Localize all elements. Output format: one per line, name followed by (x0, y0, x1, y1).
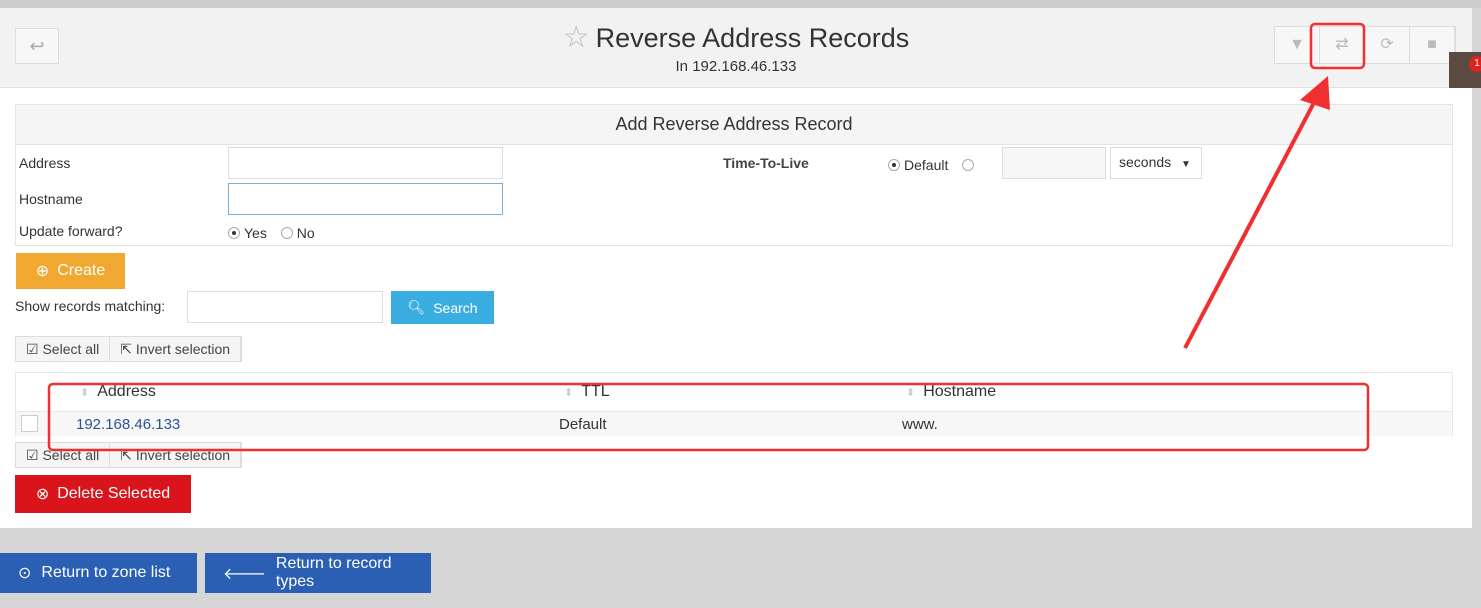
swap-button[interactable]: ⇄ (1320, 27, 1365, 63)
search-icon: 🔍︎ (407, 299, 426, 315)
sort-icon: ⬍ (80, 387, 90, 399)
sort-icon: ⬍ (906, 387, 916, 399)
create-label: Create (57, 262, 106, 279)
update-forward-label: Update forward? (19, 223, 123, 239)
select-all-button[interactable]: ☑ Select all (16, 443, 111, 467)
circle-arrow-icon: ⊙ (18, 565, 32, 582)
select-all-button[interactable]: ☑ Select all (16, 337, 111, 361)
row-ttl: Default (559, 416, 607, 433)
return-record-types-button[interactable]: 🡐 Return to record types (205, 553, 431, 593)
ttl-unit-value: seconds (1119, 154, 1172, 170)
row-address-link[interactable]: 192.168.46.133 (76, 416, 180, 433)
invert-selection-label: Invert selection (135, 341, 231, 357)
page-subtitle: In 192.168.46.133 (675, 58, 797, 75)
address-input[interactable] (228, 147, 503, 179)
search-button-label: Search (433, 299, 478, 316)
row-checkbox[interactable] (21, 415, 38, 432)
search-input[interactable] (187, 291, 383, 323)
table-header: ⬍ Address ⬍ TTL ⬍ Hostname (16, 373, 1452, 411)
filter-icon: ▼ (1289, 36, 1305, 53)
ttl-default-radio[interactable] (888, 159, 900, 171)
search-button[interactable]: 🔍︎ Search (391, 291, 494, 324)
sort-icon: ⬍ (564, 387, 574, 399)
select-all-label: Select all (42, 341, 100, 357)
column-label: TTL (581, 383, 610, 400)
delete-selected-button[interactable]: ⊗ Delete Selected (15, 475, 191, 513)
swap-icon: ⇄ (1335, 36, 1349, 53)
arrow-left-icon: 🡐 (223, 565, 266, 583)
search-label: Show records matching: (15, 298, 166, 314)
title-text: Reverse Address Records (595, 23, 910, 53)
page-header: ↩ ☆ Reverse Address Records In 192.168.46… (0, 8, 1472, 88)
notification-bell[interactable]: 🔔︎1 (1449, 52, 1481, 88)
notification-badge: 1 (1469, 56, 1481, 72)
column-hostname[interactable]: ⬍ Hostname (906, 383, 996, 401)
square-icon: ■ (1427, 36, 1437, 53)
form-heading: Add Reverse Address Record (16, 105, 1452, 145)
toolbar: ▼ ⇄ ⟳ ■ (1274, 26, 1456, 64)
invert-selection-label: Invert selection (135, 447, 231, 463)
close-circle-icon: ⊗ (35, 486, 50, 503)
return-zone-list-label: Return to zone list (41, 564, 171, 581)
main-panel: ↩ ☆ Reverse Address Records In 192.168.46… (0, 8, 1472, 528)
ttl-unit-select[interactable]: seconds ▼ (1110, 147, 1202, 179)
invert-selection-button[interactable]: ⇱ Invert selection (110, 337, 242, 361)
top-bar (0, 0, 1481, 8)
column-address[interactable]: ⬍ Address (80, 383, 156, 401)
return-zone-list-button[interactable]: ⊙ Return to zone list (0, 553, 197, 593)
page-title: ☆ Reverse Address Records (0, 20, 1472, 55)
table-row: 192.168.46.133 Default www. (16, 411, 1452, 436)
select-all-label: Select all (42, 447, 100, 463)
hostname-label: Hostname (19, 191, 83, 207)
yes-label: Yes (244, 225, 267, 241)
column-ttl[interactable]: ⬍ TTL (564, 383, 610, 401)
no-radio[interactable] (280, 227, 293, 239)
column-label: Address (97, 383, 156, 400)
invert-selection-button[interactable]: ⇱ Invert selection (110, 443, 242, 467)
ttl-custom-radio[interactable] (962, 159, 975, 171)
delete-label: Delete Selected (57, 485, 171, 502)
column-label: Hostname (923, 383, 997, 400)
records-table: ⬍ Address ⬍ TTL ⬍ Hostname 192.168.46.133 D… (15, 372, 1453, 436)
row-hostname: www. (902, 416, 938, 433)
ttl-input[interactable] (1002, 147, 1106, 179)
address-label: Address (19, 155, 71, 171)
hostname-input[interactable] (228, 183, 503, 215)
ttl-default-label: Default (904, 157, 949, 173)
yes-radio[interactable] (228, 227, 240, 239)
star-icon[interactable]: ☆ (563, 21, 590, 54)
no-label: No (296, 225, 315, 241)
create-button[interactable]: ⊕ Create (16, 253, 125, 289)
return-record-types-label: Return to record types (275, 555, 392, 590)
filter-button[interactable]: ▼ (1275, 27, 1320, 63)
refresh-button[interactable]: ⟳ (1365, 27, 1410, 63)
refresh-icon: ⟳ (1380, 36, 1394, 53)
plus-circle-icon: ⊕ (35, 263, 50, 280)
selection-buttons-top: ☑ Select all ⇱ Invert selection (15, 336, 243, 362)
selection-buttons-bottom: ☑ Select all ⇱ Invert selection (15, 442, 243, 468)
caret-down-icon: ▼ (1181, 159, 1191, 170)
add-record-form: Add Reverse Address Record Address Hostn… (15, 104, 1453, 246)
ttl-label: Time-To-Live (723, 155, 809, 171)
